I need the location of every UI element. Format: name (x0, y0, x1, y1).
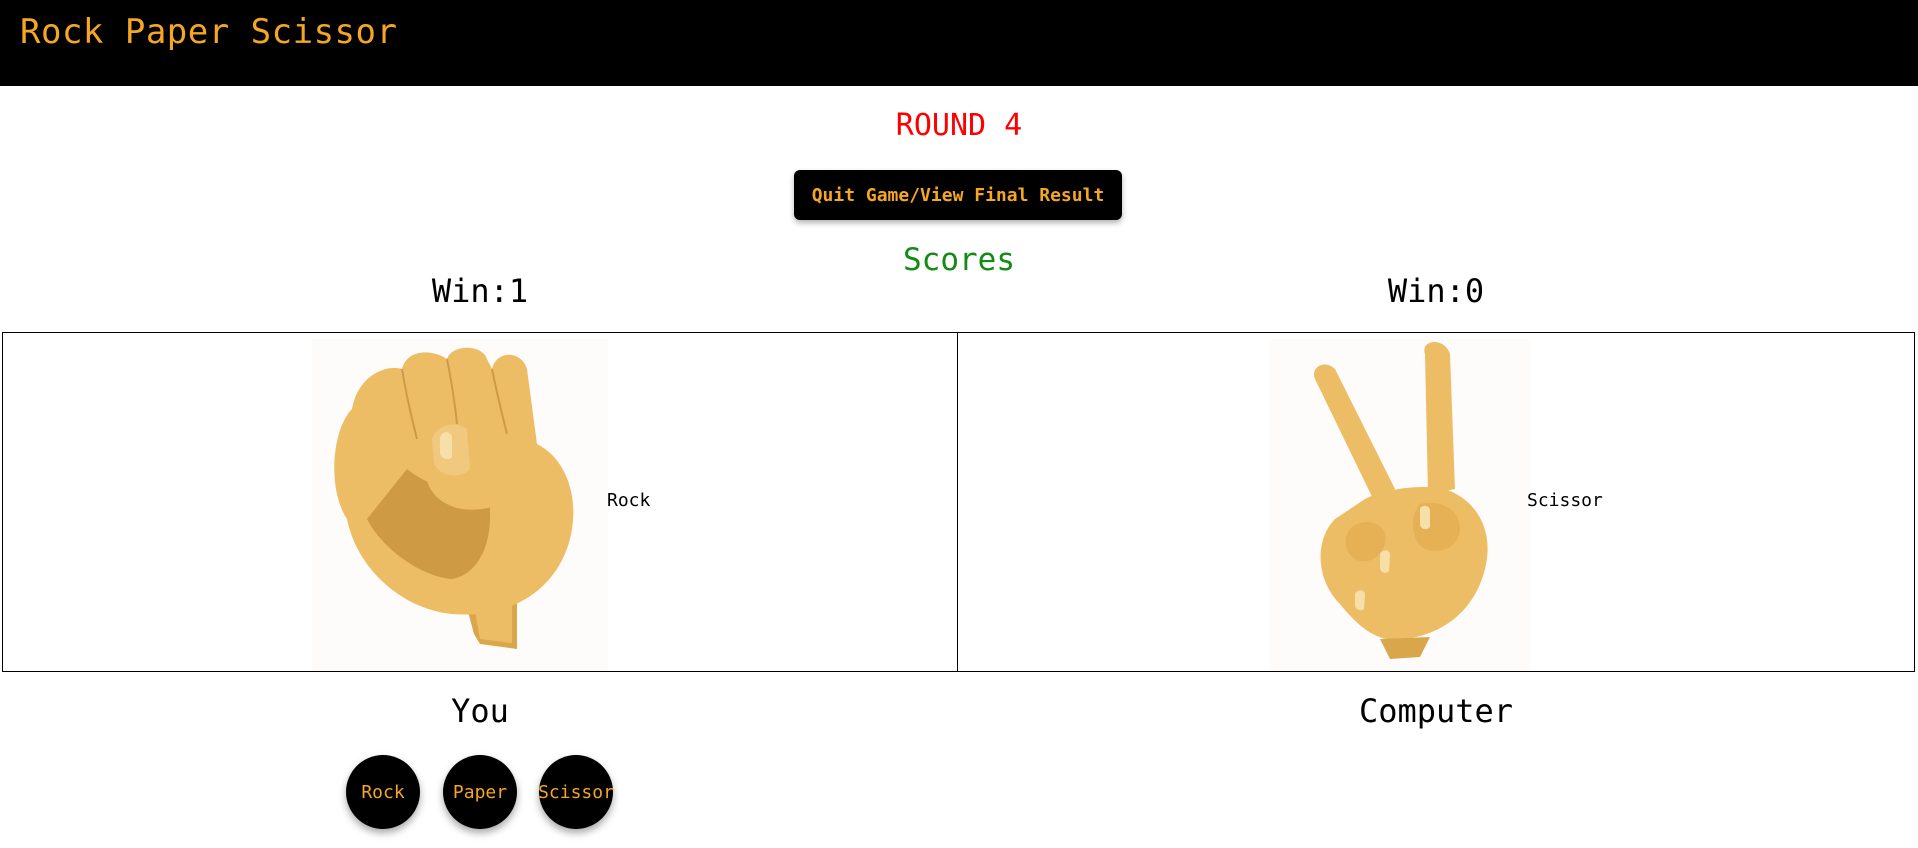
round-number: 4 (1004, 108, 1023, 143)
computer-name: Computer (1358, 692, 1514, 730)
scissor-button[interactable]: Scissor (538, 755, 614, 829)
player-name: You (451, 692, 509, 730)
rock-button[interactable]: Rock (346, 755, 420, 829)
computer-win-count: Win:0 (1387, 272, 1485, 310)
fist-hand-icon (312, 339, 608, 671)
app-title: Rock Paper Scissor (20, 12, 398, 52)
player-win-count: Win:1 (431, 272, 529, 310)
player-choice-label: Rock (607, 490, 651, 511)
victory-hand-icon (1270, 339, 1530, 671)
quit-game-button[interactable]: Quit Game/View Final Result (794, 170, 1122, 220)
round-label: ROUND (895, 108, 987, 143)
top-bar: Rock Paper Scissor (0, 0, 1918, 86)
paper-button[interactable]: Paper (443, 755, 517, 829)
computer-choice-label: Scissor (1527, 490, 1603, 511)
scores-heading: Scores (903, 242, 1015, 278)
round-indicator: ROUND 4 (0, 108, 1918, 143)
